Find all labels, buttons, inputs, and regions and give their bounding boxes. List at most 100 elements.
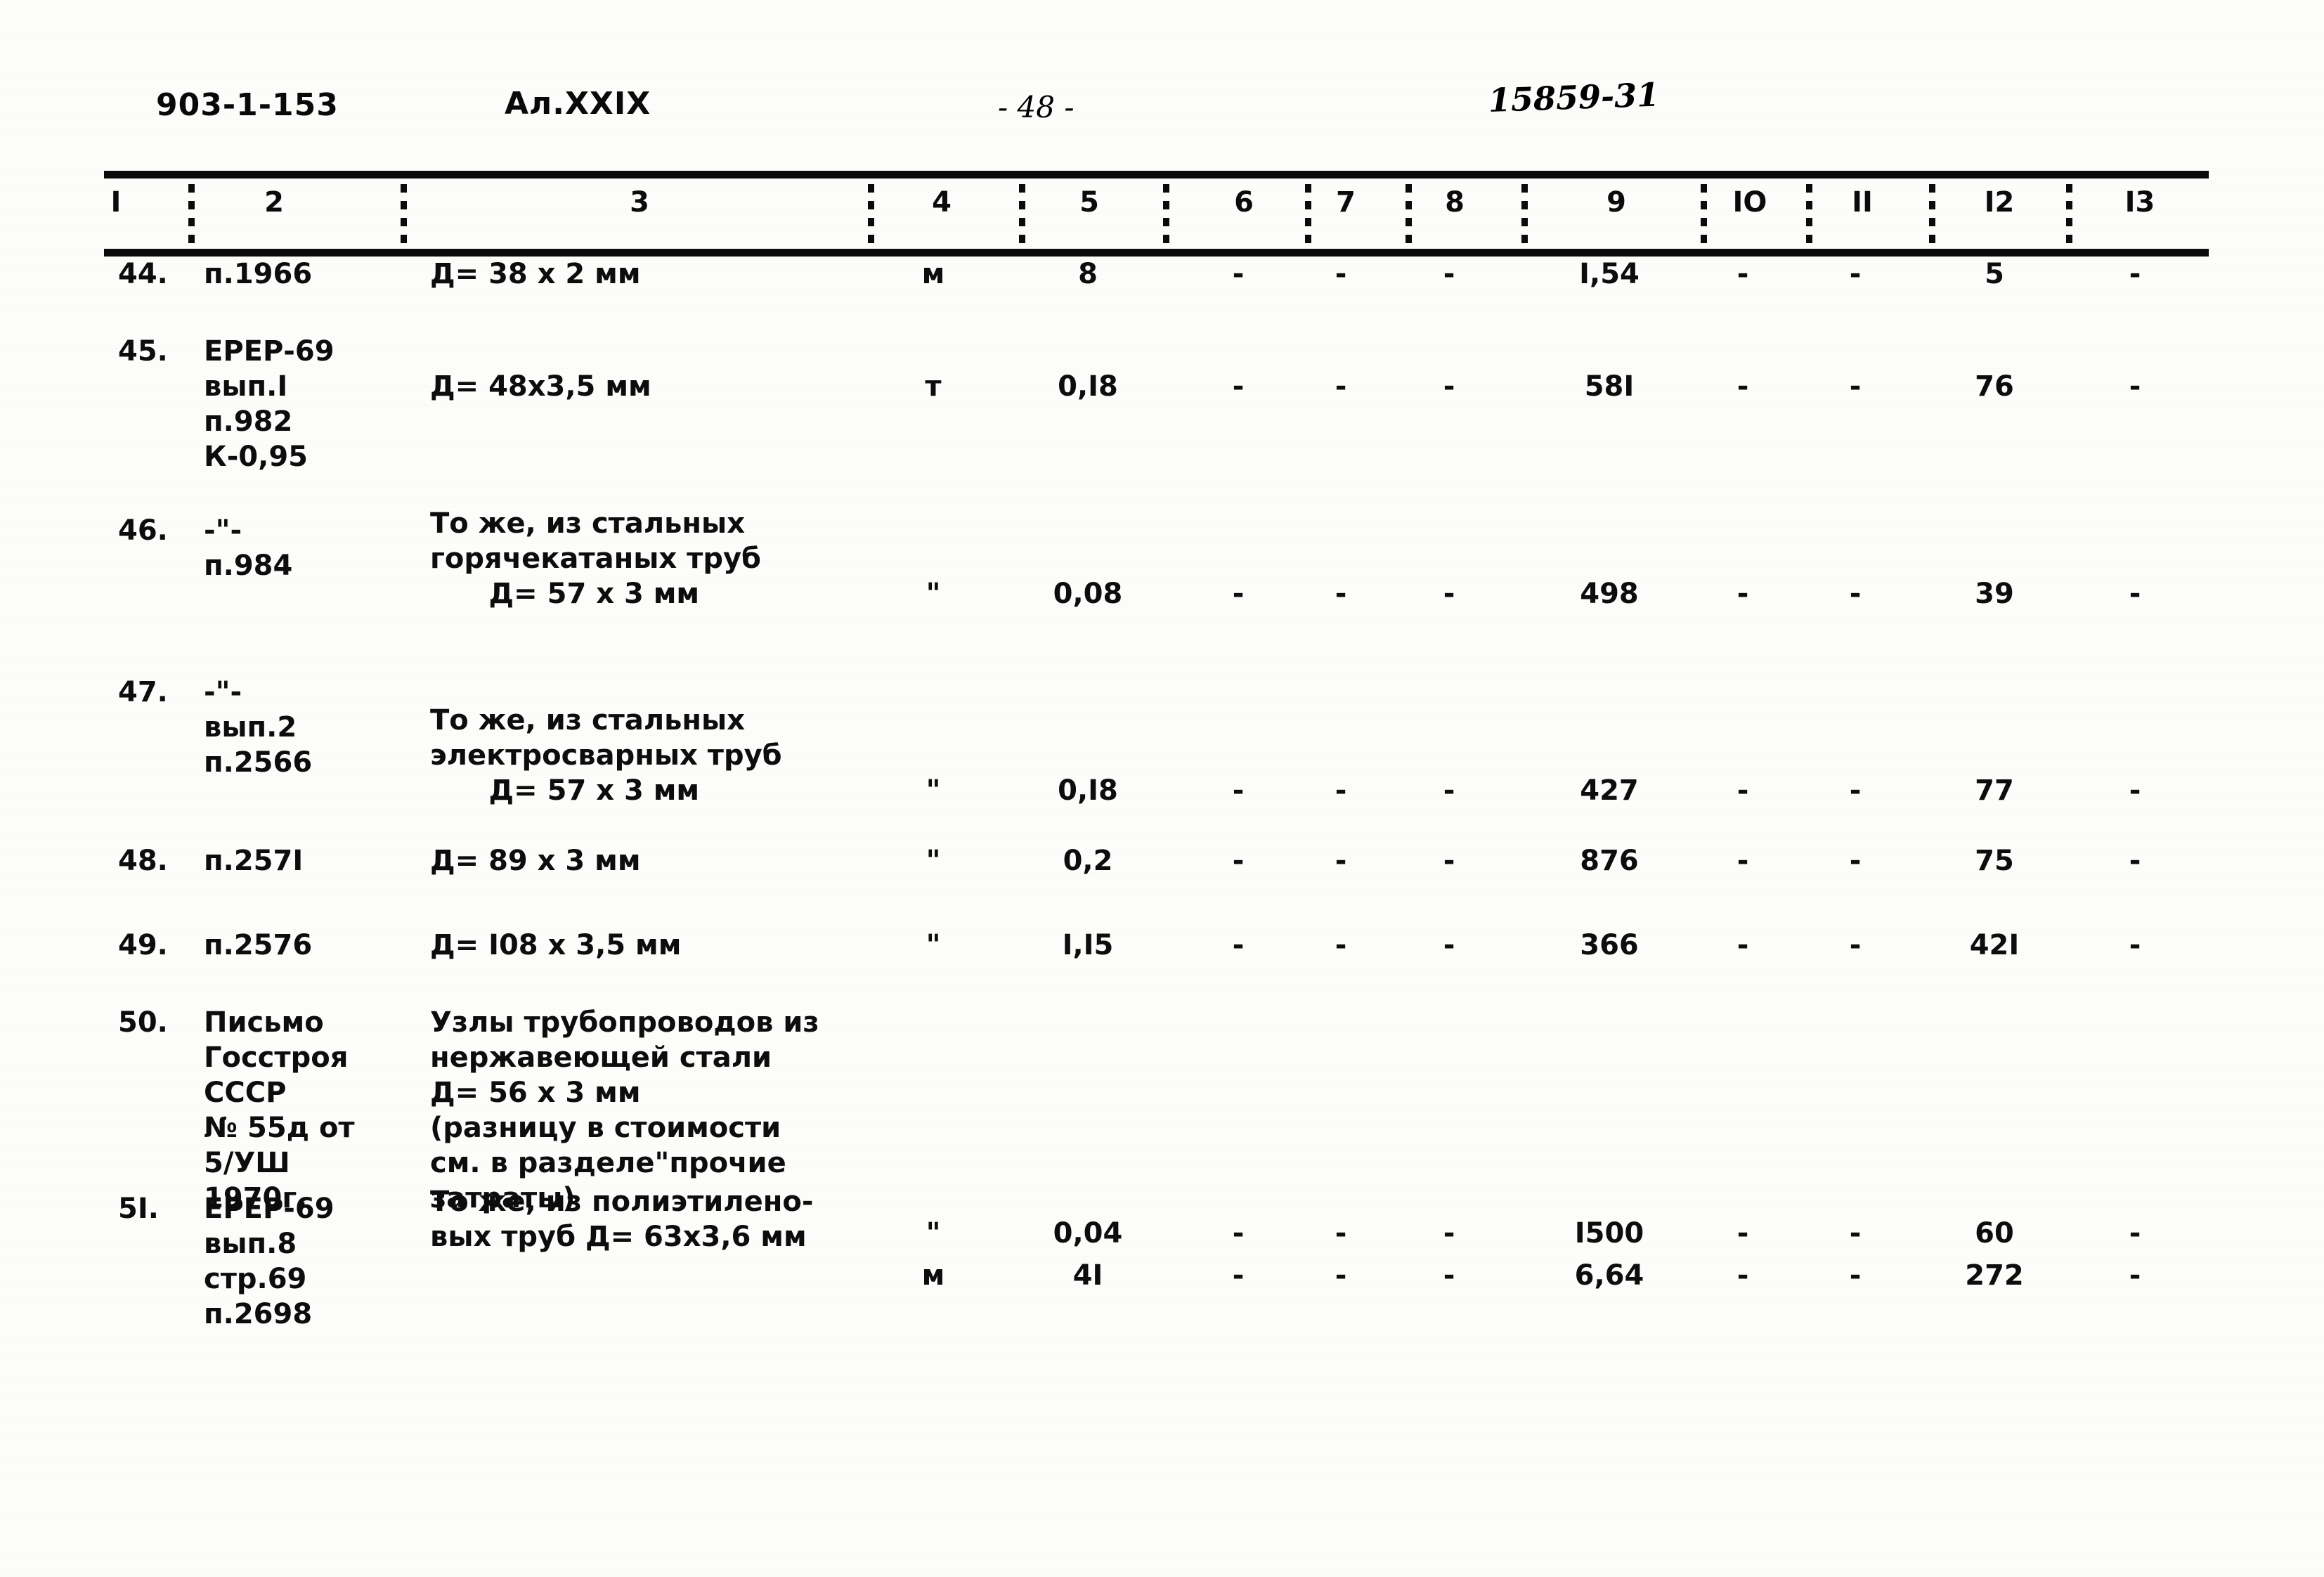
column-separator-dots-2 [401,184,407,246]
table-cell-num-row-8: 5I. [118,1193,159,1225]
table-cell-c4-row-4: " [926,774,941,807]
table-cell-c7-row-8: - [1335,1259,1347,1292]
table-cell-desc-row-6: Д= I08 х 3,5 мм [430,929,682,961]
album-code: Ал.XXIX [505,86,651,122]
column-header-5: 5 [1079,186,1099,219]
table-cell-desc-row-1: Д= 38 х 2 мм [430,258,641,290]
table-cell-num-row-1: 44. [118,258,168,290]
table-cell-desc-row-2: Д= 48х3,5 мм [430,370,651,403]
table-cell-code-row-4: -"- вып.2 п.2566 [204,676,313,779]
column-separator-dots-7 [1406,184,1412,246]
table-cell-num-row-7: 50. [118,1006,168,1039]
column-separator-dots-8 [1521,184,1528,246]
scanned-document-page: 903-1-153 Ал.XXIX - 48 - 15859-31 I23456… [0,0,2324,1577]
table-cell-c10-row-1: - [1736,258,1749,290]
table-cell-c5-row-8: 4I [1072,1259,1103,1292]
column-separator-dots-4 [1019,184,1025,246]
table-cell-code-row-2: ЕРЕР-69 вып.I п.982 К-0,95 [204,335,335,473]
table-cell-c10-row-3: - [1736,578,1749,610]
table-cell-c4-row-8: м [921,1259,945,1292]
table-cell-desc-row-5: Д= 89 х 3 мм [430,845,641,877]
table-cell-code-row-3: -"- п.984 [204,514,293,582]
table-cell-c4-row-6: " [926,929,941,961]
column-separator-dots-10 [1806,184,1812,246]
table-cell-c11-row-3: - [1849,578,1862,610]
table-cell-c9-row-6: 366 [1580,929,1639,961]
column-separator-dots-5 [1163,184,1169,246]
column-header-1: I [110,186,122,219]
table-cell-c4-row-5: " [926,845,941,877]
table-cell-c13-row-7: - [2129,1217,2141,1250]
table-cell-c13-row-2: - [2129,370,2141,403]
table-cell-c10-row-4: - [1736,774,1749,807]
table-cell-c10-row-6: - [1736,929,1749,961]
table-cell-c12-row-7: 60 [1975,1217,2014,1250]
table-cell-c8-row-2: - [1443,370,1455,403]
table-cell-c5-row-1: 8 [1078,258,1098,290]
table-cell-c5-row-3: 0,08 [1053,578,1123,610]
table-cell-code-row-8: ЕРЕР-69 вып.8 стр.69 п.2698 [204,1193,335,1330]
table-cell-c4-row-3: " [926,578,941,610]
table-cell-c8-row-5: - [1443,845,1455,877]
column-header-10: IO [1732,186,1767,219]
table-cell-c8-row-3: - [1443,578,1455,610]
table-cell-c9-row-7: I500 [1574,1217,1644,1250]
table-cell-c7-row-2: - [1335,370,1347,403]
table-cell-c9-row-1: I,54 [1579,258,1640,290]
column-header-6: 6 [1234,186,1254,219]
table-cell-c9-row-4: 427 [1580,774,1639,807]
table-cell-c13-row-1: - [2129,258,2141,290]
column-header-13: I3 [2124,186,2155,219]
table-cell-c4-row-7: " [926,1217,941,1250]
column-header-3: 3 [630,186,649,219]
table-cell-c5-row-6: I,I5 [1062,929,1114,961]
table-cell-c11-row-8: - [1849,1259,1862,1292]
document-code: 903-1-153 [156,87,339,123]
table-cell-c12-row-3: 39 [1975,578,2014,610]
table-cell-c11-row-7: - [1849,1217,1862,1250]
table-cell-c13-row-8: - [2129,1259,2141,1292]
table-cell-c7-row-3: - [1335,578,1347,610]
table-cell-c4-row-2: т [925,370,942,403]
table-cell-num-row-5: 48. [118,845,168,877]
table-cell-c7-row-1: - [1335,258,1347,290]
table-cell-c9-row-5: 876 [1580,845,1639,877]
table-cell-c12-row-8: 272 [1965,1259,2024,1292]
table-cell-c12-row-4: 77 [1975,774,2014,807]
table-cell-c10-row-2: - [1736,370,1749,403]
table-cell-c11-row-2: - [1849,370,1862,403]
column-separator-dots-11 [1929,184,1935,246]
column-header-2: 2 [264,186,284,219]
table-cell-c13-row-5: - [2129,845,2141,877]
table-cell-c10-row-7: - [1736,1217,1749,1250]
table-cell-c7-row-6: - [1335,929,1347,961]
column-header-4: 4 [932,186,952,219]
table-cell-desc-row-8: То же, из полиэтилено- вых труб Д= 63х3,… [430,1186,814,1253]
page-number: - 48 - [998,90,1075,124]
table-cell-c8-row-8: - [1443,1259,1455,1292]
table-cell-num-row-4: 47. [118,676,168,708]
table-cell-c9-row-8: 6,64 [1574,1259,1644,1292]
table-cell-code-row-6: п.2576 [204,929,313,961]
table-cell-code-row-7: Письмо Госстроя СССР № 55д от 5/УШ 1970г… [204,1006,355,1214]
table-top-rule [104,171,2209,179]
table-cell-c11-row-4: - [1849,774,1862,807]
column-separator-dots-3 [868,184,874,246]
table-cell-c13-row-4: - [2129,774,2141,807]
table-cell-desc-row-4: То же, из стальных электросварных труб Д… [430,704,782,807]
column-separator-dots-6 [1305,184,1311,246]
table-cell-num-row-3: 46. [118,514,168,547]
archive-number-handwritten: 15859-31 [1488,75,1660,119]
column-header-12: I2 [1984,186,2015,219]
table-cell-c12-row-6: 42I [1969,929,2020,961]
column-separator-dots-12 [2066,184,2072,246]
table-cell-c12-row-1: 5 [1985,258,2004,290]
column-header-9: 9 [1606,186,1626,219]
table-cell-c11-row-5: - [1849,845,1862,877]
table-cell-c9-row-2: 58I [1584,370,1635,403]
table-cell-c11-row-1: - [1849,258,1862,290]
table-cell-c8-row-6: - [1443,929,1455,961]
table-cell-code-row-5: п.257I [204,845,304,877]
column-header-8: 8 [1445,186,1465,219]
table-cell-c12-row-5: 75 [1975,845,2014,877]
